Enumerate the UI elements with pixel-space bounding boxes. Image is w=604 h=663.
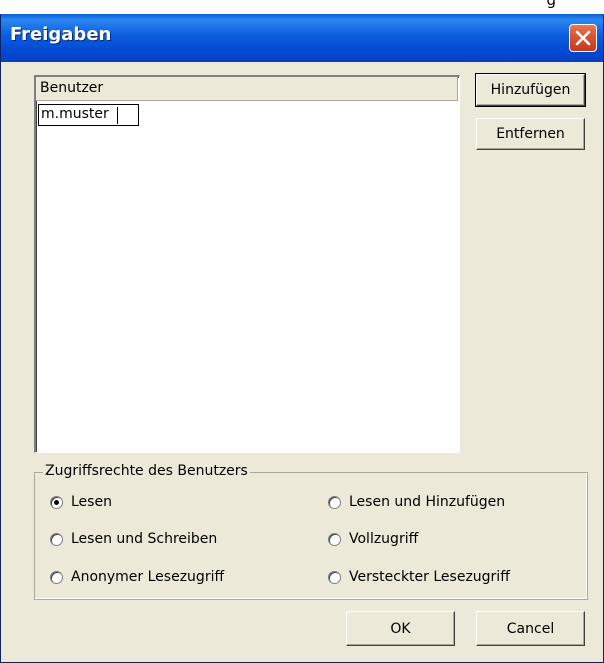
title-bar[interactable]: Freigaben: [1, 14, 603, 62]
radio-label: Lesen: [71, 494, 112, 510]
close-button[interactable]: [569, 24, 597, 52]
radio-label: Vollzugriff: [349, 531, 419, 547]
radio-button-icon: [50, 570, 63, 584]
user-name-value: m.muster: [41, 106, 109, 122]
ok-button[interactable]: OK: [346, 611, 455, 646]
radio-read-add[interactable]: Lesen und Hinzufügen: [328, 494, 505, 510]
window-title: Freigaben: [10, 24, 112, 45]
freigaben-dialog: Freigaben Benutzer m.muster Hinzufügen E…: [0, 14, 604, 663]
add-button[interactable]: Hinzufügen: [475, 73, 586, 107]
radio-full-access[interactable]: Vollzugriff: [328, 531, 418, 547]
text-caret: [117, 107, 118, 124]
radio-read-write[interactable]: Lesen und Schreiben: [50, 531, 217, 547]
radio-button-icon: [50, 532, 63, 546]
radio-hidden-read[interactable]: Versteckter Lesezugriff: [328, 569, 510, 585]
user-list[interactable]: Benutzer m.muster: [34, 75, 460, 453]
radio-label: Anonymer Lesezugriff: [71, 569, 225, 585]
background-window-text: g: [546, 0, 556, 9]
column-header-label: Benutzer: [40, 80, 104, 96]
column-header-benutzer[interactable]: Benutzer: [36, 77, 458, 101]
cancel-button[interactable]: Cancel: [476, 611, 585, 646]
user-name-edit-field[interactable]: m.muster: [38, 104, 139, 126]
radio-label: Versteckter Lesezugriff: [349, 569, 510, 585]
permissions-group-title: Zugriffsrechte des Benutzers: [43, 463, 250, 479]
radio-label: Lesen und Schreiben: [71, 531, 218, 547]
radio-button-icon: [328, 495, 341, 509]
radio-read[interactable]: Lesen: [50, 494, 112, 510]
radio-label: Lesen und Hinzufügen: [349, 494, 506, 510]
radio-anonymous-read[interactable]: Anonymer Lesezugriff: [50, 569, 224, 585]
radio-button-icon: [328, 570, 341, 584]
radio-button-icon: [328, 532, 341, 546]
radio-button-icon: [50, 495, 63, 509]
radio-selected-dot: [54, 499, 59, 505]
remove-button[interactable]: Entfernen: [476, 118, 585, 150]
